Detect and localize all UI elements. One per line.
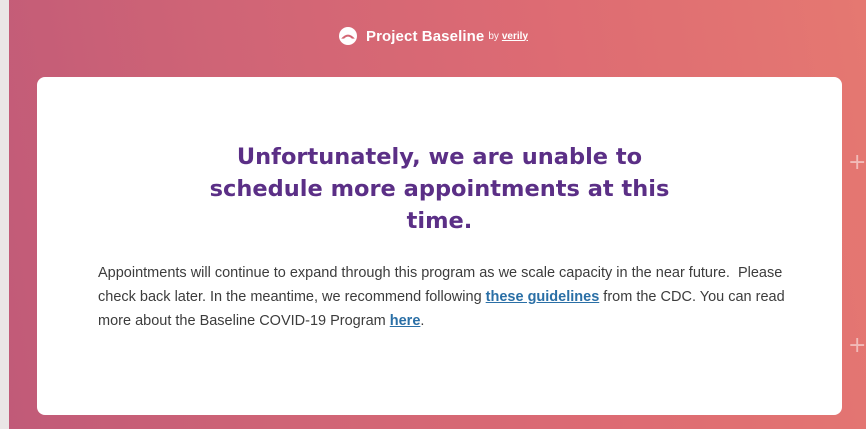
brand-by-text: by [488, 30, 499, 42]
message-body: Appointments will continue to expand thr… [98, 261, 788, 333]
site-header: Project Baseline by verily [0, 26, 866, 46]
page-title: Unfortunately, we are unable to schedule… [209, 144, 670, 234]
here-link[interactable]: here [390, 313, 421, 329]
project-baseline-logo-icon [338, 26, 358, 46]
message-card: Unfortunately, we are unable to schedule… [37, 77, 842, 415]
brand-name: Project Baseline [365, 27, 485, 45]
verily-link[interactable]: verily [502, 31, 528, 42]
guidelines-link[interactable]: these guidelines [486, 289, 600, 305]
decorative-plus-icon: + [848, 333, 866, 358]
left-edge-strip [0, 0, 9, 429]
body-text-3: . [420, 313, 425, 329]
decorative-plus-icon: + [848, 150, 866, 175]
